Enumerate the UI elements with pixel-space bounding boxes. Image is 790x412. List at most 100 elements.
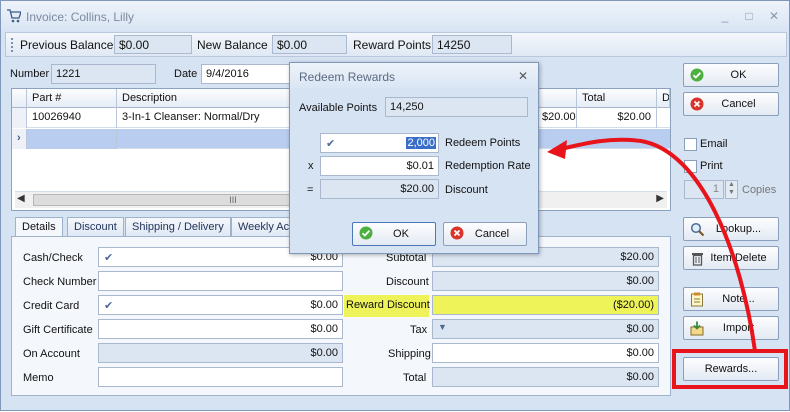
maximize-button[interactable]: □: [741, 8, 757, 24]
on-account-label: On Account: [23, 348, 80, 360]
gift-certificate-field[interactable]: $0.00: [98, 319, 343, 339]
available-points-label: Available Points: [299, 102, 378, 114]
window-title: Invoice: Collins, Lilly: [26, 10, 135, 24]
memo-label: Memo: [23, 372, 54, 384]
shipping-field[interactable]: $0.00: [432, 343, 659, 363]
dialog-close-icon[interactable]: ✕: [518, 69, 528, 83]
column-total[interactable]: Total: [577, 89, 657, 108]
rewards-highlight-box: [672, 349, 788, 389]
scroll-right-icon[interactable]: ▶: [656, 193, 664, 204]
previous-balance-label: Previous Balance: [20, 38, 114, 52]
credit-card-field[interactable]: ✔ $0.00: [98, 295, 343, 315]
available-points-field: 14,250: [385, 97, 528, 117]
minimize-button[interactable]: _: [717, 8, 733, 24]
new-balance-value: $0.00: [272, 35, 347, 54]
reward-discount-label: Reward Discount: [344, 295, 430, 317]
cash-check-label: Cash/Check: [23, 252, 83, 264]
item-delete-button[interactable]: Item Delete: [683, 246, 779, 270]
ok-check-icon: [359, 226, 375, 242]
tab-discount[interactable]: Discount: [67, 217, 124, 236]
discount-label: Discount: [386, 276, 429, 288]
lookup-button[interactable]: Lookup...: [683, 217, 779, 241]
shipping-label: Shipping: [388, 348, 431, 360]
reward-discount-field: ($20.00): [432, 295, 659, 315]
row-header-corner: [12, 89, 27, 108]
memo-field[interactable]: [98, 367, 343, 387]
email-checkbox[interactable]: [684, 138, 697, 151]
invoice-window: Invoice: Collins, Lilly _ □ ✕ Previous B…: [0, 0, 790, 411]
column-part[interactable]: Part #: [27, 89, 117, 108]
print-label: Print: [700, 160, 723, 172]
tax-label: Tax: [410, 324, 428, 336]
redeem-points-value: 2,000: [406, 137, 436, 149]
ok-button[interactable]: OK: [683, 63, 779, 87]
tax-value: $0.00: [626, 323, 654, 335]
check-number-label: Check Number: [23, 276, 97, 288]
column-d[interactable]: D: [657, 89, 670, 108]
cancel-button[interactable]: Cancel: [683, 92, 779, 116]
dialog-discount-label: Discount: [445, 184, 488, 196]
row-pointer-icon: ›: [12, 129, 27, 149]
date-label: Date: [174, 68, 198, 80]
redeem-points-label: Redeem Points: [445, 137, 521, 149]
dialog-cancel-label: Cancel: [474, 228, 510, 240]
tab-details[interactable]: Details: [15, 217, 63, 238]
gift-certificate-label: Gift Certificate: [23, 324, 93, 336]
equals-symbol: =: [307, 184, 314, 196]
total-field: $0.00: [432, 367, 659, 387]
redeem-points-field[interactable]: ✔ 2,000: [320, 133, 439, 153]
note-label: Note...: [722, 293, 755, 305]
item-delete-label: Item Delete: [710, 252, 767, 264]
tax-dropdown-icon[interactable]: ▼: [438, 322, 447, 332]
cell-price[interactable]: $20.00: [537, 108, 577, 128]
date-field[interactable]: 9/4/2016: [201, 64, 291, 84]
import-icon: [689, 320, 705, 336]
redemption-rate-label: Redemption Rate: [445, 160, 531, 172]
check-number-field[interactable]: [98, 271, 343, 291]
check-icon: ✔: [326, 138, 336, 150]
on-account-field: $0.00: [98, 343, 343, 363]
close-button[interactable]: ✕: [766, 8, 782, 24]
lookup-label: Lookup...: [715, 223, 762, 235]
copies-field[interactable]: 1: [684, 180, 724, 199]
credit-card-value: $0.00: [310, 299, 338, 311]
scroll-left-icon[interactable]: ◀: [17, 193, 25, 204]
times-symbol: x: [308, 160, 314, 172]
toolbar-grip[interactable]: [11, 38, 14, 52]
redeem-rewards-dialog: Redeem Rewards ✕ Available Points 14,250…: [289, 62, 539, 254]
dialog-cancel-button[interactable]: Cancel: [443, 222, 527, 246]
cancel-x-icon: [689, 96, 705, 112]
dialog-discount-field: $20.00: [320, 179, 439, 199]
shopping-cart-icon: [7, 9, 21, 23]
tab-shipping-delivery[interactable]: Shipping / Delivery: [125, 217, 231, 236]
copies-spinner-icon[interactable]: ▲ ▼: [725, 180, 738, 199]
import-label: Import: [722, 322, 755, 334]
cancel-x-icon: [450, 226, 466, 242]
new-row-part-cell[interactable]: [27, 129, 117, 149]
print-checkbox[interactable]: [684, 160, 697, 173]
email-label: Email: [700, 138, 728, 150]
title-bar: Invoice: Collins, Lilly _ □ ✕: [1, 1, 789, 31]
check-icon: ✔: [104, 300, 114, 312]
cell-part[interactable]: 10026940: [27, 108, 117, 128]
import-button[interactable]: Import: [683, 316, 779, 340]
note-icon: [689, 291, 705, 307]
cell-total[interactable]: $20.00: [577, 108, 657, 128]
reward-points-value: 14250: [432, 35, 512, 54]
balance-toolbar: Previous Balance $0.00 New Balance $0.00…: [5, 32, 787, 57]
dialog-ok-label: OK: [393, 228, 409, 240]
previous-balance-value: $0.00: [114, 35, 192, 54]
note-button[interactable]: Note...: [683, 287, 779, 311]
number-field: 1221: [51, 64, 156, 84]
tab-weekly[interactable]: Weekly Ac: [231, 217, 297, 236]
tax-field[interactable]: ▼ $0.00: [432, 319, 659, 339]
dialog-title: Redeem Rewards: [299, 70, 396, 84]
row-selector[interactable]: [12, 108, 27, 128]
trash-icon: [689, 250, 705, 266]
copies-label: Copies: [742, 184, 777, 196]
redemption-rate-field[interactable]: $0.01: [320, 156, 439, 176]
dialog-ok-button[interactable]: OK: [352, 222, 436, 246]
column-price[interactable]: [537, 89, 577, 108]
total-label: Total: [403, 372, 427, 384]
cancel-label: Cancel: [721, 98, 756, 110]
